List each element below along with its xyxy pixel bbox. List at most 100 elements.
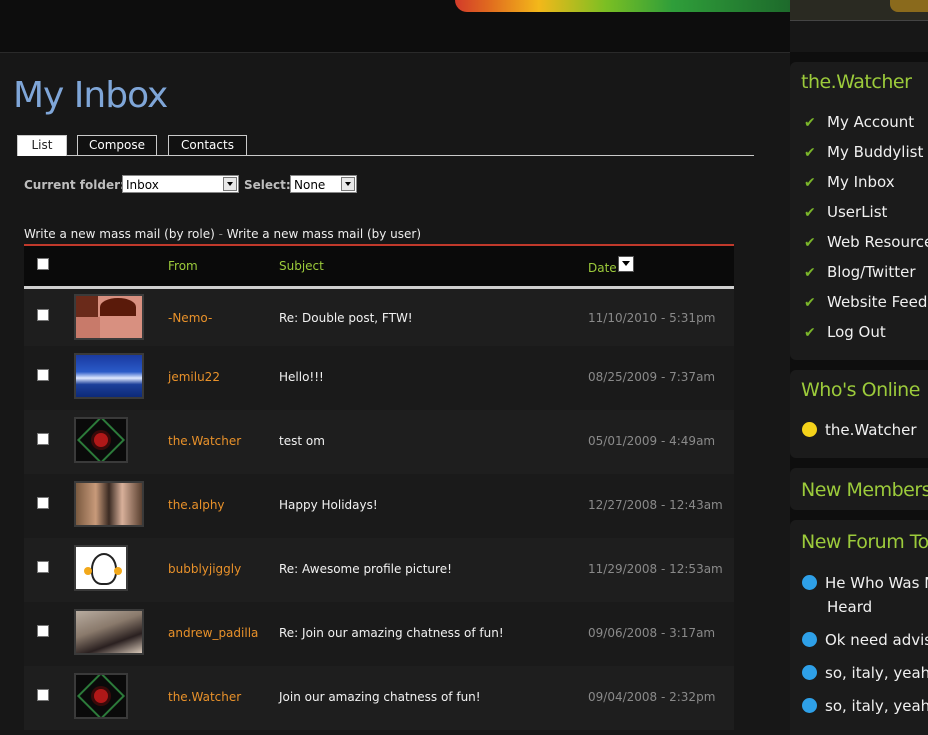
- sender-link[interactable]: the.Watcher: [168, 690, 241, 704]
- smiley-icon: [802, 422, 817, 437]
- date: 09/06/2008 - 3:17am: [588, 626, 716, 640]
- forum-topic-link[interactable]: so, italy, yeah: [802, 661, 928, 685]
- bulk-select[interactable]: None: [290, 175, 357, 193]
- avatar: [74, 353, 144, 399]
- date: 11/10/2010 - 5:31pm: [588, 311, 716, 325]
- new-members-title: New Members: [801, 479, 928, 501]
- separator: -: [218, 227, 223, 241]
- inbox-table: From Subject Date -Nemo- Re: Double post…: [24, 244, 734, 730]
- chat-bubble-icon: [802, 665, 817, 680]
- main-content: My Inbox List Compose Contacts Current f…: [0, 53, 790, 735]
- forum-topic-link[interactable]: so, italy, yeah: [802, 694, 928, 718]
- date: 12/27/2008 - 12:43am: [588, 498, 723, 512]
- sender-link[interactable]: bubblyjiggly: [168, 562, 241, 576]
- chat-bubble-icon: [802, 698, 817, 713]
- mass-mail-by-user-link[interactable]: Write a new mass mail (by user): [227, 227, 421, 241]
- chevron-down-icon: [341, 177, 355, 191]
- column-subject[interactable]: Subject: [279, 259, 324, 273]
- avatar: [74, 294, 144, 340]
- table-header: From Subject Date: [24, 244, 734, 289]
- avatar: [74, 609, 144, 655]
- folder-select[interactable]: Inbox: [122, 175, 239, 193]
- avatar: [74, 417, 128, 463]
- nav-my-buddylist[interactable]: ✔ My Buddylist: [804, 143, 923, 161]
- check-icon: ✔: [804, 115, 816, 131]
- column-date[interactable]: Date: [588, 261, 617, 275]
- subject-link[interactable]: Happy Holidays!: [279, 498, 378, 512]
- forum-topics-block: New Forum Topics He Who Was NHeard Ok ne…: [790, 520, 928, 735]
- whos-online-block: Who's Online the.Watcher: [790, 370, 928, 458]
- date: 11/29/2008 - 12:53am: [588, 562, 723, 576]
- subject-link[interactable]: Re: Join our amazing chatness of fun!: [279, 626, 504, 640]
- sender-link[interactable]: the.Watcher: [168, 434, 241, 448]
- nav-my-account[interactable]: ✔ My Account: [804, 113, 914, 131]
- table-row[interactable]: the.Watcher test om 05/01/2009 - 4:49am: [24, 410, 734, 474]
- nav-log-out[interactable]: ✔ Log Out: [804, 323, 886, 341]
- row-checkbox[interactable]: [37, 309, 49, 321]
- forum-topic-link[interactable]: He Who Was N Heard: [802, 571, 928, 619]
- nav-userlist[interactable]: ✔ UserList: [804, 203, 887, 221]
- tab-list[interactable]: List: [17, 135, 67, 156]
- row-checkbox[interactable]: [37, 625, 49, 637]
- chevron-down-icon: [223, 177, 237, 191]
- row-checkbox[interactable]: [37, 433, 49, 445]
- sender-link[interactable]: the.alphy: [168, 498, 225, 512]
- mass-mail-links: Write a new mass mail (by role) - Write …: [24, 227, 421, 241]
- select-label: Select:: [244, 178, 291, 192]
- table-row[interactable]: jemilu22 Hello!!! 08/25/2009 - 7:37am: [24, 346, 734, 410]
- top-banner: [0, 0, 790, 53]
- user-block-title: the.Watcher: [801, 71, 912, 93]
- nav-blog-twitter[interactable]: ✔ Blog/Twitter: [804, 263, 915, 281]
- avatar: [74, 673, 128, 719]
- sidebar: the.Watcher ✔ My Account ✔ My Buddylist ✔ M…: [790, 52, 928, 735]
- page-title: My Inbox: [13, 75, 168, 116]
- tab-compose[interactable]: Compose: [77, 135, 157, 155]
- check-icon: ✔: [804, 265, 816, 281]
- sender-link[interactable]: -Nemo-: [168, 311, 212, 325]
- table-row[interactable]: bubblyjiggly Re: Awesome profile picture…: [24, 538, 734, 602]
- select-all-checkbox[interactable]: [37, 258, 49, 270]
- whos-online-title: Who's Online: [801, 379, 920, 401]
- table-row[interactable]: the.Watcher Join our amazing chatness of…: [24, 666, 734, 730]
- folder-select-value: Inbox: [126, 178, 159, 192]
- nav-web-resources[interactable]: ✔Web Resources: [804, 233, 928, 251]
- check-icon: ✔: [804, 175, 816, 191]
- check-icon: ✔: [804, 295, 816, 311]
- check-icon: ✔: [804, 145, 816, 161]
- sender-link[interactable]: andrew_padilla: [168, 626, 258, 640]
- table-row[interactable]: andrew_padilla Re: Join our amazing chat…: [24, 602, 734, 666]
- subject-link[interactable]: Hello!!!: [279, 370, 324, 384]
- date: 08/25/2009 - 7:37am: [588, 370, 716, 384]
- row-checkbox[interactable]: [37, 689, 49, 701]
- table-row[interactable]: the.alphy Happy Holidays! 12/27/2008 - 1…: [24, 474, 734, 538]
- subject-link[interactable]: Join our amazing chatness of fun!: [279, 690, 481, 704]
- top-right-banner: [790, 0, 928, 21]
- subject-link[interactable]: test om: [279, 434, 325, 448]
- bulk-select-value: None: [294, 178, 326, 192]
- nav-website-feeds[interactable]: ✔ Website Feeds: [804, 293, 928, 311]
- row-checkbox[interactable]: [37, 561, 49, 573]
- nav-my-inbox[interactable]: ✔ My Inbox: [804, 173, 895, 191]
- folder-label: Current folder:: [24, 178, 125, 192]
- mass-mail-by-role-link[interactable]: Write a new mass mail (by role): [24, 227, 215, 241]
- row-checkbox[interactable]: [37, 369, 49, 381]
- avatar: [74, 481, 144, 527]
- subject-link[interactable]: Re: Awesome profile picture!: [279, 562, 452, 576]
- banner-logo: [455, 0, 790, 12]
- subject-link[interactable]: Re: Double post, FTW!: [279, 311, 413, 325]
- column-from[interactable]: From: [168, 259, 198, 273]
- check-icon: ✔: [804, 325, 816, 341]
- tab-contacts[interactable]: Contacts: [168, 135, 247, 155]
- forum-topics-title: New Forum Topics: [801, 531, 928, 553]
- table-row[interactable]: -Nemo- Re: Double post, FTW! 11/10/2010 …: [24, 289, 734, 346]
- date: 09/04/2008 - 2:32pm: [588, 690, 716, 704]
- date: 05/01/2009 - 4:49am: [588, 434, 716, 448]
- sender-link[interactable]: jemilu22: [168, 370, 220, 384]
- online-user[interactable]: the.Watcher: [802, 421, 916, 439]
- chat-bubble-icon: [802, 575, 817, 590]
- forum-topic-link[interactable]: Ok need advis: [802, 628, 928, 652]
- row-checkbox[interactable]: [37, 497, 49, 509]
- sort-desc-icon[interactable]: [618, 256, 634, 272]
- chat-bubble-icon: [802, 632, 817, 647]
- check-icon: ✔: [804, 205, 816, 221]
